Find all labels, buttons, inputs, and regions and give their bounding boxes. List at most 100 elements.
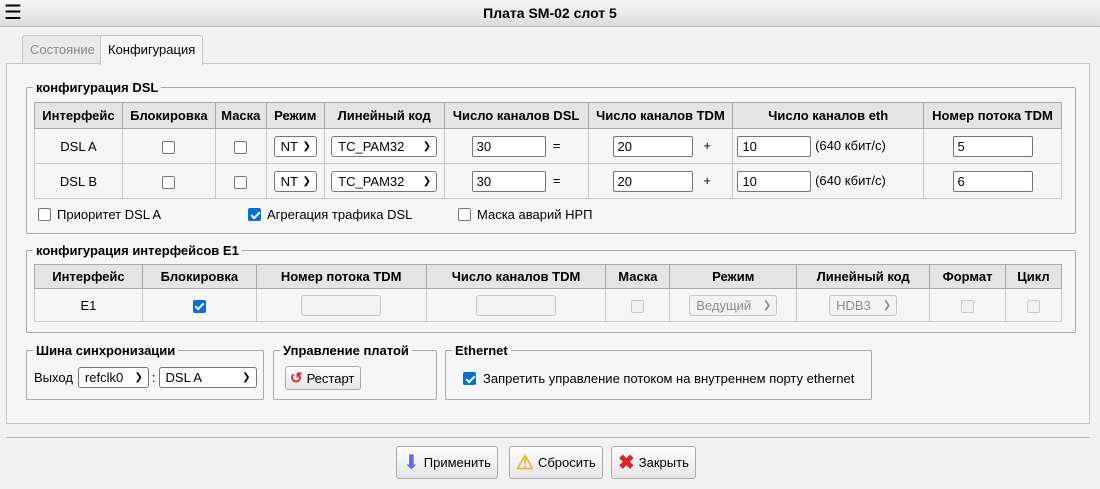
- e1-header-line-code: Линейный код: [796, 264, 931, 289]
- warning-icon: ⚠: [516, 451, 534, 474]
- reset-label: Сбросить: [537, 455, 596, 470]
- dsl-a-eth-channels-input[interactable]: 10: [737, 135, 812, 157]
- sync-source-value: DSL A: [165, 370, 202, 385]
- tab-status[interactable]: Состояние: [22, 35, 103, 64]
- dsl-aggregation-label: Агрегация трафика DSL: [267, 207, 413, 222]
- dsl-aggregation-checkbox[interactable]: [248, 208, 261, 221]
- sync-colon: :: [151, 370, 156, 385]
- sync-clock-select[interactable]: refclk0 ❯: [77, 367, 149, 388]
- dsl-a-line-code-select[interactable]: TC_PAM32 ❯: [331, 135, 438, 157]
- sync-output-label: Выход: [34, 370, 73, 385]
- e1-line-code-value: HDB3: [836, 297, 871, 313]
- table-row: DSL B NT ❯ TC_PAM32 ❯ 30 = 20 + 10 (640 кб…: [34, 163, 1062, 199]
- dsl-header-line-code: Линейный код: [323, 102, 445, 129]
- title-bar: ☰ Плата SM-02 слот 5: [0, 0, 1100, 27]
- ethernet-flow-control-checkbox[interactable]: [463, 372, 476, 385]
- dsl-b-dsl-channels-input[interactable]: 30: [471, 170, 546, 192]
- ethernet-flow-control-option[interactable]: Запретить управление потоком на внутренн…: [463, 371, 854, 386]
- dsl-header-tdm-stream: Номер потока TDM: [923, 102, 1062, 129]
- dsl-a-priority-checkbox[interactable]: [38, 208, 51, 221]
- e1-mode-value: Ведущий: [696, 297, 752, 313]
- e1-header-mask: Маска: [605, 264, 671, 289]
- e1-header-tdm-stream: Номер потока TDM: [255, 264, 427, 289]
- e1-header-mode: Режим: [669, 264, 798, 289]
- table-row: DSL A NT ❯ TC_PAM32 ❯ 30 = 20 + 10 (640 кб…: [34, 128, 1062, 164]
- e1-header-cycle: Цикл: [1004, 264, 1063, 289]
- equals-sign: =: [552, 172, 561, 188]
- close-button[interactable]: ✖ Закрыть: [611, 446, 696, 479]
- e1-block-checkbox[interactable]: [192, 299, 206, 313]
- e1-mode-select[interactable]: Ведущий ❯: [689, 294, 778, 316]
- dsl-a-line-code-value: TC_PAM32: [338, 138, 405, 154]
- dsl-table: Интерфейс Блокировка Маска Режим Линейны…: [34, 102, 1062, 199]
- board-control-legend: Управление платой: [283, 343, 409, 358]
- dsl-header-mode: Режим: [265, 102, 325, 129]
- apply-icon: ⬇: [403, 451, 420, 474]
- dsl-b-mode-select[interactable]: NT ❯: [273, 170, 317, 192]
- dsl-b-block-checkbox[interactable]: [162, 175, 176, 189]
- dsl-b-tdm-channels-input[interactable]: 20: [612, 170, 693, 192]
- e1-interface: E1: [34, 288, 143, 322]
- e1-cycle-checkbox[interactable]: [1026, 299, 1040, 313]
- close-label: Закрыть: [638, 455, 689, 470]
- dsl-a-block-checkbox[interactable]: [162, 140, 176, 154]
- e1-config-legend: конфигурация интерфейсов E1: [36, 243, 239, 258]
- dsl-header-dsl-channels: Число каналов DSL: [443, 102, 589, 129]
- sync-bus-row: Выход refclk0 ❯ : DSL A ❯: [34, 367, 257, 388]
- option-nrp-alarm-mask[interactable]: Маска аварий НРП: [458, 207, 593, 222]
- chevron-down-icon: ❯: [134, 372, 143, 383]
- dsl-a-mode-value: NT: [280, 138, 298, 154]
- chevron-down-icon: ❯: [882, 299, 892, 311]
- dsl-a-mode-select[interactable]: NT ❯: [273, 135, 317, 157]
- plus-sign: +: [703, 137, 711, 153]
- e1-tdm-channels-input[interactable]: [476, 294, 556, 316]
- e1-header-block: Блокировка: [141, 264, 257, 289]
- reset-button[interactable]: ⚠ Сбросить: [509, 446, 603, 479]
- chevron-down-icon: ❯: [302, 175, 311, 187]
- tab-configuration[interactable]: Конфигурация: [100, 35, 204, 65]
- chevron-down-icon: ❯: [422, 175, 432, 187]
- dsl-b-eth-channels-input[interactable]: 10: [737, 170, 812, 192]
- ethernet-legend: Ethernet: [455, 343, 508, 358]
- chevron-down-icon: ❯: [302, 140, 311, 152]
- dsl-header-interface: Интерфейс: [34, 102, 123, 129]
- dsl-a-mask-checkbox[interactable]: [234, 140, 248, 154]
- e1-header-interface: Интерфейс: [34, 264, 143, 289]
- dsl-a-priority-label: Приоритет DSL A: [57, 207, 162, 222]
- dsl-a-tdm-channels-input[interactable]: 20: [612, 135, 693, 157]
- dsl-b-interface: DSL B: [34, 163, 123, 199]
- apply-button[interactable]: ⬇ Применить: [396, 446, 498, 479]
- dsl-header-eth-channels: Число каналов eth: [732, 102, 925, 129]
- dsl-a-eth-rate: (640 кбит/с): [815, 137, 886, 153]
- dsl-b-eth-rate: (640 кбит/с): [815, 172, 886, 188]
- dsl-a-tdm-stream-input[interactable]: 5: [952, 135, 1033, 157]
- ethernet-flow-control-label: Запретить управление потоком на внутренн…: [483, 371, 855, 386]
- restart-button[interactable]: ↺ Рестарт: [285, 366, 362, 390]
- option-dsl-aggregation[interactable]: Агрегация трафика DSL: [248, 207, 412, 222]
- e1-mask-checkbox[interactable]: [631, 299, 645, 313]
- dsl-b-mask-checkbox[interactable]: [234, 175, 248, 189]
- dsl-b-line-code-value: TC_PAM32: [338, 173, 405, 189]
- e1-table: Интерфейс Блокировка Номер потока TDM Чи…: [34, 264, 1063, 322]
- sync-bus-legend: Шина синхронизации: [36, 343, 176, 358]
- dsl-b-line-code-select[interactable]: TC_PAM32 ❯: [331, 170, 438, 192]
- footer-separator: [6, 437, 1090, 438]
- chevron-down-icon: ❯: [762, 299, 772, 311]
- dsl-header-mask: Маска: [214, 102, 267, 129]
- e1-header-format: Формат: [929, 264, 1006, 289]
- sync-source-select[interactable]: DSL A ❯: [158, 367, 257, 388]
- e1-format-checkbox[interactable]: [961, 299, 975, 313]
- dsl-a-dsl-channels-input[interactable]: 30: [471, 135, 546, 157]
- e1-header-tdm-channels: Число каналов TDM: [425, 264, 607, 289]
- dsl-b-mode-value: NT: [280, 173, 298, 189]
- restart-icon: ↺: [290, 369, 303, 387]
- dsl-config-legend: конфигурация DSL: [36, 80, 159, 95]
- equals-sign: =: [552, 137, 561, 153]
- dsl-b-tdm-stream-input[interactable]: 6: [952, 170, 1033, 192]
- nrp-alarm-mask-checkbox[interactable]: [458, 208, 471, 221]
- sync-clock-value: refclk0: [84, 370, 124, 385]
- option-dsl-a-priority[interactable]: Приоритет DSL A: [38, 207, 161, 222]
- restart-label: Рестарт: [306, 370, 355, 386]
- e1-line-code-select[interactable]: HDB3 ❯: [829, 294, 898, 316]
- e1-tdm-stream-input[interactable]: [301, 294, 382, 316]
